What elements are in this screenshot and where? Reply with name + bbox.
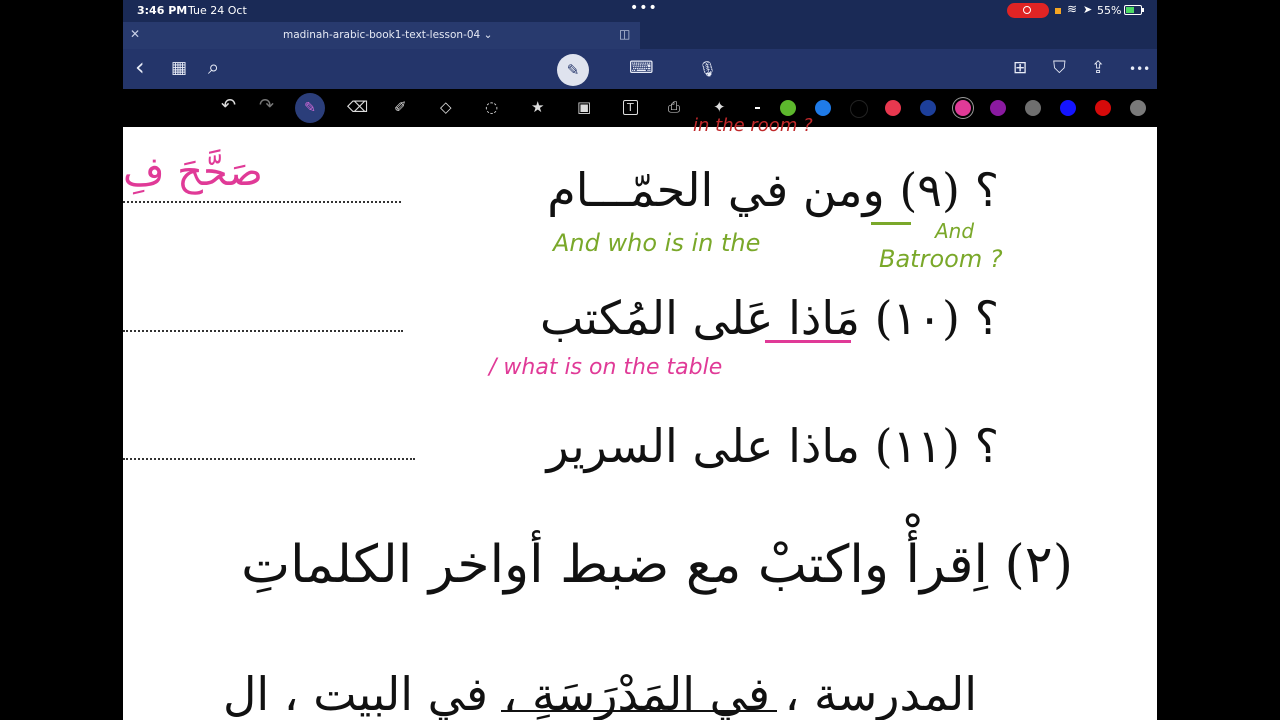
navigation-bar: ‹ ▦ ⌕ ✎ ⌨ 🎙 ⊞ ⛉ ⇪ ••• [123,49,1157,89]
tab-bar: ✕ madinah-arabic-book1-text-lesson-04 ⌄ … [123,22,1157,49]
red-annotation-cut: in the room ? [693,115,813,136]
color-swatch-pink-selected[interactable] [955,100,971,116]
wifi-icon: ≋ [1067,2,1078,16]
scan-icon[interactable]: ⎙ [668,98,680,116]
highlighter-icon[interactable]: ✐ [394,98,407,116]
green-annotation-2: And [935,219,975,243]
question-9: ؟ (٩) ومن في الحمّـــام [547,163,999,217]
status-time: 3:46 PM [137,4,188,17]
undo-icon[interactable]: ↶ [221,95,236,116]
close-tab-icon[interactable]: ✕ [130,27,140,41]
color-swatch-light-gray[interactable] [1130,100,1146,116]
strike-line [501,710,777,712]
pink-arabic-annotation: صَحَّحَ فِ [123,149,263,195]
status-date: Tue 24 Oct [188,4,247,17]
battery-percentage: 55% [1097,4,1122,17]
split-view-icon[interactable]: ◫ [619,27,630,41]
eraser-icon[interactable]: ⌫ [347,98,368,116]
image-icon[interactable]: ▣ [577,98,591,116]
add-page-icon[interactable]: ⊞ [1013,58,1027,78]
document-title[interactable]: madinah-arabic-book1-text-lesson-04 ⌄ [283,29,492,41]
pink-annotation-1: / what is on the table [489,355,723,380]
status-bar: 3:46 PM Tue 24 Oct ••• ≋ ➤ 55% [123,0,1157,22]
question-11: ؟ (١١) ماذا على السرير [546,419,999,473]
exercise-2-line: المدرسة ، في المَدْرَسَةِ ، في البيت ، ا… [222,667,977,720]
lasso-icon[interactable]: ◌ [485,98,498,116]
pen-tool-icon[interactable]: ✎ [295,93,325,123]
text-box-icon[interactable]: T [623,100,638,115]
exercise-2-heading: (٢) اِقرأْ واكتبْ مع ضبط أواخر الكلماتِ [241,535,1073,595]
color-swatch-red[interactable] [885,100,901,116]
answer-line-10 [123,330,403,332]
answer-line-9 [123,201,401,203]
drawing-toolbar: ↶ ↷ ✎ ⌫ ✐ ◇ ◌ ★ ▣ T ⎙ ✦ [123,89,1157,127]
color-swatch-green[interactable] [780,100,796,116]
color-swatch-navy[interactable] [920,100,936,116]
battery-icon [1124,5,1144,15]
pink-underline [765,340,851,343]
pen-mode-icon[interactable]: ✎ [557,54,589,86]
search-icon[interactable]: ⌕ [208,55,219,79]
redo-icon[interactable]: ↷ [259,95,274,116]
green-annotation-3: Batroom ? [879,245,1003,273]
answer-line-11 [123,458,415,460]
color-swatch-dark-red[interactable] [1095,100,1111,116]
green-underline [871,222,911,225]
green-annotation-1: And who is in the [553,229,761,257]
thickness-indicator[interactable] [755,107,760,109]
location-icon: ➤ [1083,3,1093,16]
share-icon[interactable]: ⇪ [1091,58,1105,78]
laser-pointer-icon[interactable]: ✦ [713,98,726,116]
more-icon[interactable]: ••• [1129,62,1150,76]
ipad-screen: 3:46 PM Tue 24 Oct ••• ≋ ➤ 55% ✕ madinah… [123,0,1157,720]
document-tab[interactable]: ✕ madinah-arabic-book1-text-lesson-04 ⌄ … [123,22,640,49]
grid-view-icon[interactable]: ▦ [171,58,187,78]
mic-in-use-indicator [1055,8,1061,14]
color-swatch-blue[interactable] [815,100,831,116]
color-swatch-black[interactable] [850,100,868,118]
shapes-icon[interactable]: ◇ [440,98,452,116]
bookmark-icon[interactable]: ⛉ [1053,58,1066,78]
microphone-icon[interactable]: 🎙 [698,60,717,78]
multitasking-dots[interactable]: ••• [630,0,658,16]
question-10: ؟ (١٠) مَاذا عَلى المُكتب [540,291,999,345]
color-swatch-purple[interactable] [990,100,1006,116]
color-swatch-gray[interactable] [1025,100,1041,116]
color-swatch-bright-blue[interactable] [1060,100,1076,116]
sticker-icon[interactable]: ★ [531,98,544,116]
document-page[interactable]: in the room ? صَحَّحَ فِ ؟ (٩) ومن في ال… [123,115,1157,720]
back-icon[interactable]: ‹ [135,53,145,81]
screen-recording-icon[interactable] [1007,3,1049,18]
keyboard-icon[interactable]: ⌨ [629,58,654,78]
